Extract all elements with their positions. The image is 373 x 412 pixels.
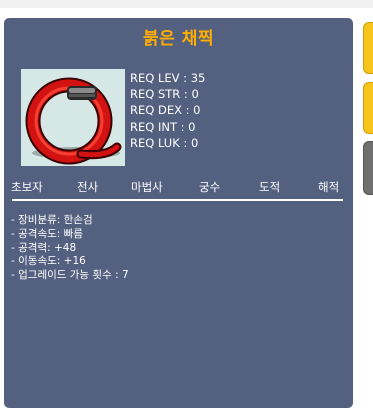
side-tab-yellow-1[interactable] (363, 22, 373, 74)
item-stats-list: - 장비분류: 한손검 - 공격속도: 빠름 - 공격력: +48 - 이동속도… (11, 214, 129, 283)
job-magician: 마법사 (131, 180, 163, 194)
req-str: REQ STR : 0 (130, 87, 199, 102)
requirements-list: REQ LEV : 35 REQ STR : 0 REQ DEX : 0 REQ… (130, 70, 205, 151)
stat-attack-speed: - 공격속도: 빠름 (11, 227, 83, 240)
item-tooltip-panel: 붉은 채찍 REQ LEV : 35 REQ STR : 0 REQ DEX :… (4, 18, 353, 408)
job-thief: 도적 (259, 180, 281, 194)
item-image-frame (21, 69, 125, 166)
side-tab-yellow-2[interactable] (363, 82, 373, 134)
stat-upgrade-slots: - 업그레이드 가능 횟수 : 7 (11, 269, 129, 282)
stat-equip-type: - 장비분류: 한손검 (11, 214, 93, 226)
top-strip (0, 0, 373, 8)
stat-attack: - 공격력: +48 (11, 241, 77, 254)
job-pirate: 해적 (318, 180, 340, 194)
job-list: 초보자 전사 마법사 궁수 도적 해적 (4, 179, 353, 195)
red-whip-icon (25, 77, 122, 165)
req-int: REQ INT : 0 (130, 119, 196, 134)
req-level: REQ LEV : 35 (130, 71, 206, 85)
item-name: 붉은 채찍 (143, 29, 214, 49)
stat-move-speed: - 이동속도: +16 (11, 255, 86, 268)
job-archer: 궁수 (199, 180, 221, 194)
job-warrior: 전사 (77, 180, 99, 194)
req-luk: REQ LUK : 0 (130, 135, 199, 150)
req-dex: REQ DEX : 0 (130, 103, 201, 118)
divider (12, 199, 343, 201)
side-tab-gray[interactable] (363, 141, 373, 195)
job-beginner: 초보자 (11, 180, 43, 194)
